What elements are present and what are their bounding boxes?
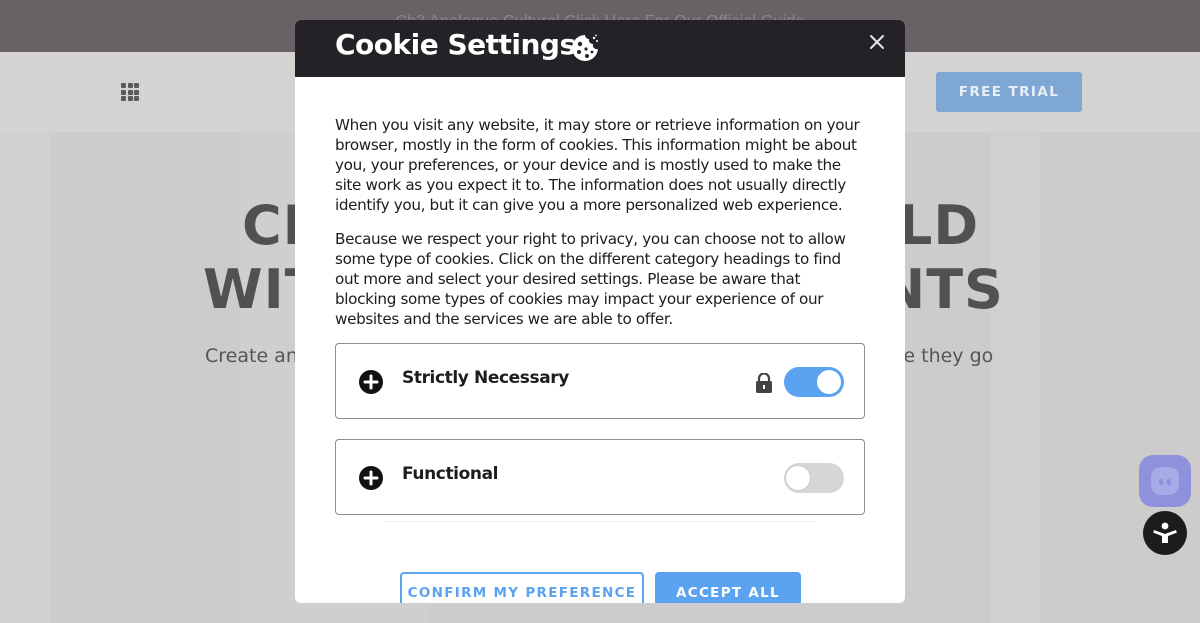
close-icon [870, 35, 884, 49]
dialog-header: Cookie Settings [295, 20, 905, 77]
hero-heading-line1-right: LD [898, 194, 980, 257]
functional-toggle[interactable] [784, 463, 844, 493]
divider [385, 521, 815, 522]
lock-icon [756, 373, 772, 393]
hero-subtitle-left: Create an [205, 345, 298, 367]
dialog-actions: CONFIRM MY PREFERENCE ACCEPT ALL [400, 572, 801, 603]
confirm-preference-button[interactable]: CONFIRM MY PREFERENCE [400, 572, 644, 603]
toggle-knob [786, 466, 810, 490]
intro-paragraph: When you visit any website, it may store… [335, 116, 860, 214]
accessibility-icon [1153, 522, 1177, 543]
apps-grid-icon[interactable] [121, 83, 139, 101]
category-strictly-necessary[interactable]: Strictly Necessary [335, 343, 865, 419]
dialog-title: Cookie Settings [335, 28, 576, 61]
category-label[interactable]: Strictly Necessary [402, 368, 569, 388]
toggle-knob [817, 370, 841, 394]
privacy-paragraph: Because we respect your right to privacy… [335, 230, 846, 328]
category-label[interactable]: Functional [402, 464, 498, 484]
cookie-icon [572, 34, 598, 61]
expand-plus-icon[interactable] [358, 369, 384, 395]
chat-widget-button[interactable] [1139, 455, 1191, 507]
free-trial-button[interactable]: FREE TRIAL [936, 72, 1082, 112]
category-functional[interactable]: Functional [335, 439, 865, 515]
hero-subtitle-right: re they go [896, 345, 994, 367]
strictly-necessary-toggle[interactable] [784, 367, 844, 397]
dialog-body: When you visit any website, it may store… [295, 77, 905, 522]
expand-plus-icon[interactable] [358, 465, 384, 491]
close-button[interactable] [865, 30, 889, 54]
chatbot-icon [1151, 467, 1179, 495]
accessibility-button[interactable] [1143, 511, 1187, 555]
cookie-settings-dialog: Cookie Settings When you visit any websi… [295, 20, 905, 603]
accept-all-button[interactable]: ACCEPT ALL [655, 572, 801, 603]
